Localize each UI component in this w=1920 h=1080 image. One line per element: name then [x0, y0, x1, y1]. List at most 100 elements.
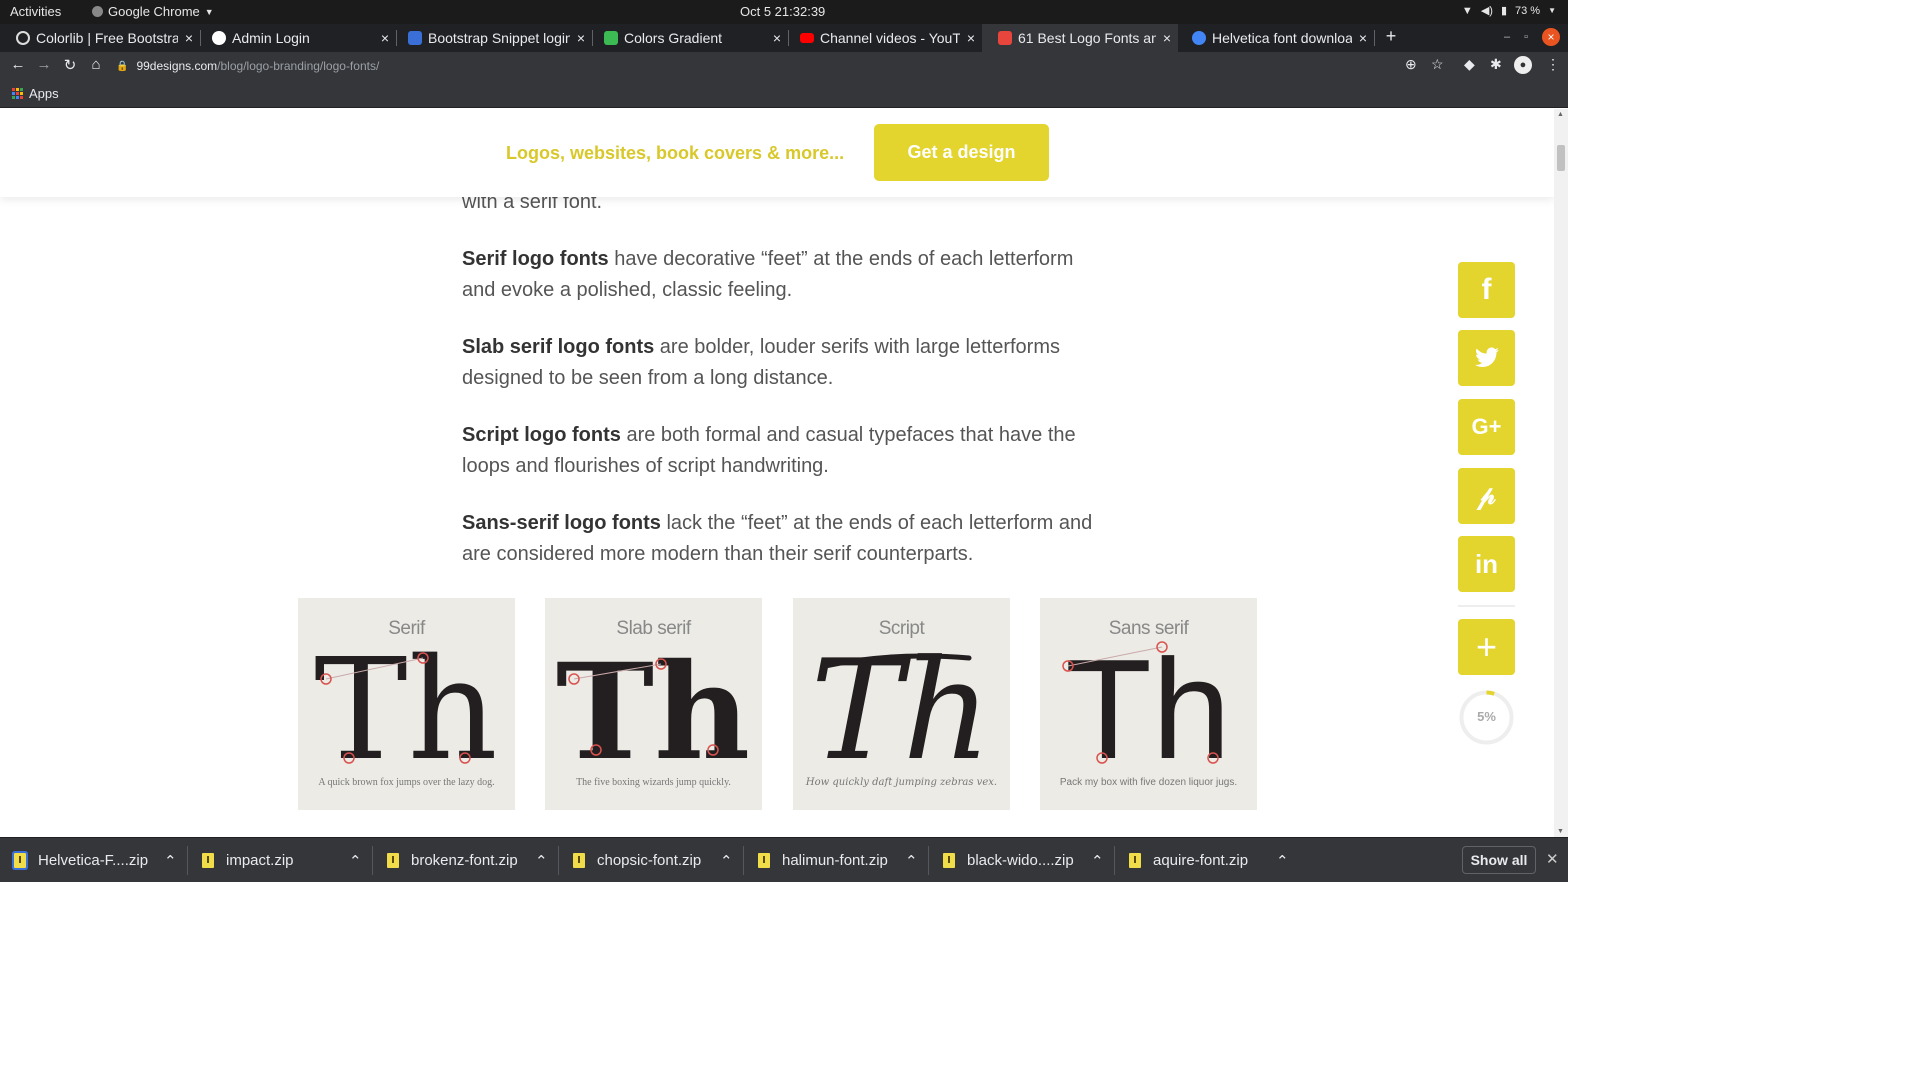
chrome-icon: [92, 6, 103, 17]
tab-active[interactable]: 61 Best Logo Fonts and ×: [982, 24, 1178, 52]
system-tray[interactable]: ▼ ◀) ▮ 73 % ▼: [1462, 4, 1556, 18]
share-linkedin-button[interactable]: in: [1458, 536, 1515, 592]
progress-percent: 5%: [1477, 709, 1496, 724]
url-path: /blog/logo-branding/logo-fonts/: [217, 59, 380, 73]
scroll-down-icon[interactable]: ▼: [1557, 828, 1564, 835]
close-icon[interactable]: ×: [1156, 30, 1178, 46]
close-icon[interactable]: ✕: [1546, 850, 1559, 868]
term-serif: Serif logo fonts: [462, 248, 609, 270]
window-close-button[interactable]: ×: [1542, 28, 1560, 46]
chevron-up-icon[interactable]: ⌃: [164, 838, 177, 883]
download-item[interactable]: brokenz-font.zip: [387, 838, 518, 883]
zip-file-icon: [14, 853, 26, 868]
close-icon[interactable]: ×: [960, 30, 982, 46]
home-icon[interactable]: ⌂: [86, 56, 106, 76]
restore-icon[interactable]: ▫: [1524, 31, 1528, 43]
tab[interactable]: Channel videos - YouTube ×: [784, 24, 982, 52]
download-item[interactable]: halimun-font.zip: [758, 838, 888, 883]
forward-icon[interactable]: →: [34, 56, 54, 76]
back-icon[interactable]: ←: [8, 56, 28, 76]
chevron-up-icon[interactable]: ⌃: [1091, 838, 1104, 883]
chevron-up-icon[interactable]: ⌃: [720, 838, 733, 883]
download-item[interactable]: Helvetica-F....zip: [14, 838, 148, 883]
chevron-up-icon[interactable]: ⌃: [905, 838, 918, 883]
tab[interactable]: Colorlib | Free Bootstrap ×: [0, 24, 200, 52]
download-item[interactable]: impact.zip: [202, 838, 294, 883]
paragraph-script: Script logo fonts are both formal and ca…: [462, 420, 1112, 482]
share-more-button[interactable]: +: [1458, 619, 1515, 675]
tab[interactable]: Colors Gradient ×: [588, 24, 788, 52]
address-bar[interactable]: 🔒 99designs.com /blog/logo-branding/logo…: [116, 54, 1464, 78]
extensions-puzzle-icon[interactable]: ✱: [1490, 56, 1502, 73]
download-filename: halimun-font.zip: [782, 852, 888, 869]
tab-title: Bootstrap Snippet login: [428, 30, 570, 46]
card-caption: A quick brown fox jumps over the lazy do…: [318, 777, 495, 788]
share-twitter-button[interactable]: [1458, 330, 1515, 386]
volume-icon: ◀): [1480, 5, 1493, 17]
download-item[interactable]: black-wido....zip: [943, 838, 1074, 883]
tab-title: Colors Gradient: [624, 30, 723, 46]
activities-button[interactable]: Activities: [10, 4, 61, 19]
youtube-icon: [800, 33, 814, 43]
bookmark-star-icon[interactable]: ☆: [1431, 56, 1444, 73]
page-scrollbar[interactable]: ▲ ▼: [1554, 109, 1568, 837]
lock-icon[interactable]: 🔒: [116, 61, 128, 72]
share-facebook-button[interactable]: f: [1458, 262, 1515, 318]
gradient-icon: [604, 31, 618, 45]
reload-icon[interactable]: ↻: [60, 56, 80, 76]
tab[interactable]: Helvetica font download ×: [1176, 24, 1374, 52]
clock[interactable]: Oct 5 21:32:39: [740, 4, 825, 19]
apps-shortcut[interactable]: Apps: [12, 86, 59, 101]
bookmarks-bar: Apps: [0, 80, 1568, 108]
google-icon: [1192, 31, 1206, 45]
profile-avatar[interactable]: ●: [1514, 56, 1532, 74]
scrollbar-thumb[interactable]: [1557, 145, 1565, 171]
share-divider: [1458, 605, 1515, 607]
plus-icon: +: [1475, 626, 1498, 667]
share-google-plus-button[interactable]: G+: [1458, 399, 1515, 455]
show-all-downloads-button[interactable]: Show all: [1462, 846, 1536, 874]
google-plus-icon: G+: [1471, 414, 1502, 439]
download-item[interactable]: chopsic-font.zip: [573, 838, 701, 883]
term-script: Script logo fonts: [462, 424, 621, 446]
paragraph-serif: Serif logo fonts have decorative “feet” …: [462, 244, 1112, 306]
tab-title: Colorlib | Free Bootstrap: [36, 30, 178, 46]
term-sans-serif: Sans-serif logo fonts: [462, 512, 661, 534]
zoom-icon[interactable]: ⊕: [1405, 56, 1417, 73]
downloads-shelf: Helvetica-F....zip ⌃ impact.zip ⌃ broken…: [0, 837, 1568, 882]
get-a-design-button[interactable]: Get a design: [874, 124, 1049, 181]
zip-file-icon: [943, 853, 955, 868]
chevron-up-icon[interactable]: ⌃: [535, 838, 548, 883]
apps-grid-icon: [12, 88, 23, 99]
card-caption: How quickly daft jumping zebras vex.: [805, 777, 998, 788]
chevron-up-icon[interactable]: ⌃: [1276, 838, 1289, 883]
scroll-up-icon[interactable]: ▲: [1557, 111, 1564, 118]
color-extension-icon[interactable]: ◆: [1464, 56, 1475, 73]
tab-title: Channel videos - YouTube: [820, 30, 960, 46]
caret-down-icon: ▼: [1548, 6, 1556, 15]
tab[interactable]: Bootstrap Snippet login ×: [392, 24, 592, 52]
battery-icon: ▮: [1500, 5, 1507, 17]
download-item[interactable]: aquire-font.zip: [1129, 838, 1248, 883]
zip-file-icon: [202, 853, 214, 868]
app-menu[interactable]: Google Chrome ▼: [92, 4, 214, 19]
zip-file-icon: [573, 853, 585, 868]
minimize-icon[interactable]: –: [1504, 31, 1510, 43]
card-caption: Pack my box with five dozen liquor jugs.: [1059, 777, 1238, 788]
cta-tagline[interactable]: Logos, websites, book covers & more...: [506, 143, 844, 164]
share-pinterest-button[interactable]: 𝓅: [1458, 468, 1515, 524]
menu-kebab-icon[interactable]: ⋮: [1546, 56, 1560, 73]
font-card-script: Script Th How quickly daft jumping zebra…: [793, 598, 1010, 810]
wordpress-icon: [16, 31, 30, 45]
card-glyph: Th: [1065, 630, 1231, 789]
url-host: 99designs.com: [136, 59, 218, 73]
chevron-up-icon[interactable]: ⌃: [349, 838, 362, 883]
linkedin-icon: in: [1474, 548, 1499, 579]
reading-progress: 5%: [1458, 689, 1515, 746]
close-icon[interactable]: ×: [1352, 30, 1374, 46]
99designs-icon: [998, 31, 1012, 45]
download-filename: impact.zip: [226, 852, 294, 869]
window-controls: – ▫ ×: [1504, 28, 1560, 46]
tab[interactable]: Admin Login ×: [196, 24, 396, 52]
new-tab-button[interactable]: +: [1380, 26, 1402, 47]
